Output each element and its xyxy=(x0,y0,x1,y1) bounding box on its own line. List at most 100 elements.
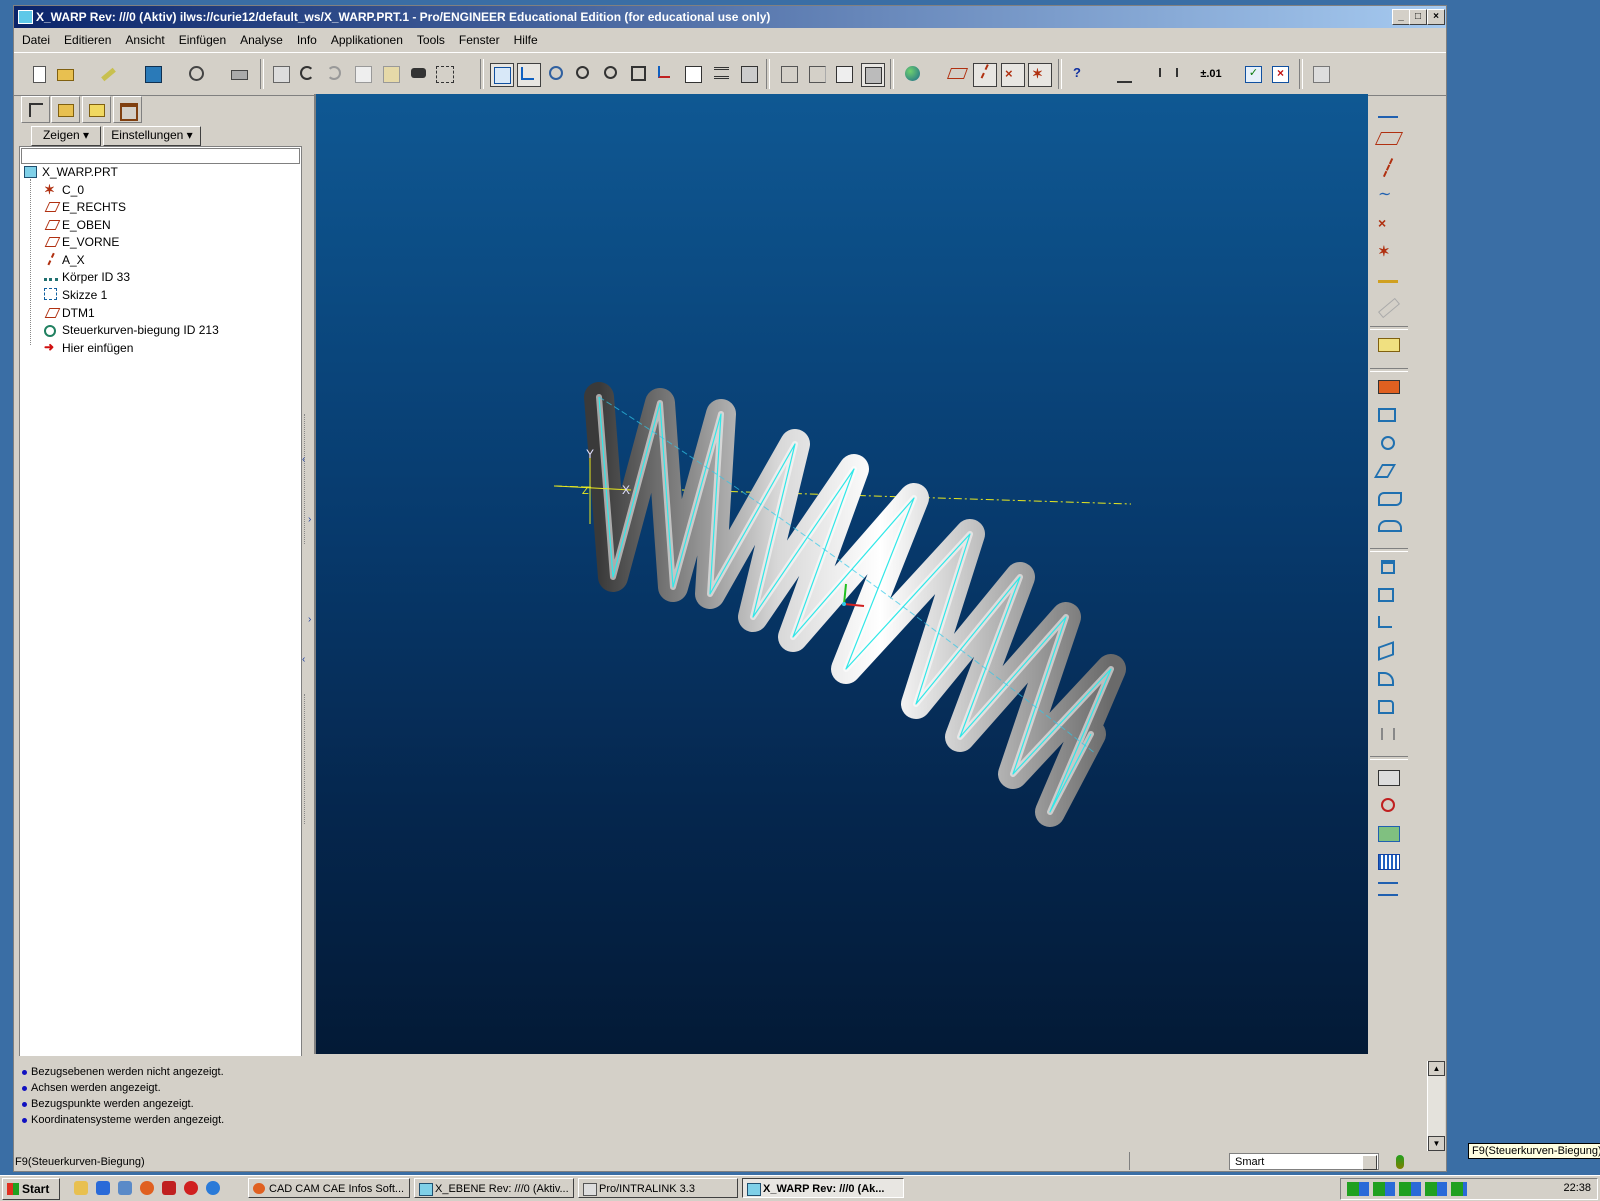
scroll-down-button[interactable]: ▼ xyxy=(1428,1136,1445,1151)
no-hidden-button[interactable] xyxy=(833,63,855,85)
saved-views-button[interactable] xyxy=(682,63,704,85)
task-x-warp[interactable]: X_WARP Rev: ///0 (Ak... xyxy=(742,1178,904,1198)
coordinate-system-tool-icon[interactable]: ✶ xyxy=(1378,242,1398,262)
menu-datei[interactable]: Datei xyxy=(14,30,56,47)
minimize-button[interactable]: _ xyxy=(1392,9,1410,25)
menu-analyse[interactable]: Analyse xyxy=(232,30,289,47)
settings-dropdown[interactable]: Einstellungen ▾ xyxy=(103,126,201,146)
confirm-button[interactable]: ✓ xyxy=(1242,63,1264,85)
datum-axis-tool-icon[interactable] xyxy=(1382,158,1396,178)
warp-tool-icon[interactable] xyxy=(1381,798,1395,812)
spring-model[interactable]: Y X Z xyxy=(316,94,1368,1054)
cancel-button[interactable]: × xyxy=(1269,63,1291,85)
edit-button[interactable] xyxy=(98,63,120,85)
chamfer-tool-icon[interactable] xyxy=(1378,700,1394,714)
context-help-button[interactable]: ? xyxy=(1070,63,1092,85)
new-file-button[interactable] xyxy=(28,63,50,85)
datum-points-toggle[interactable]: × xyxy=(1001,63,1025,87)
menu-info[interactable]: Info xyxy=(289,30,323,47)
coordinate-systems-toggle[interactable]: ✶ xyxy=(1028,63,1052,87)
save-button[interactable] xyxy=(142,63,164,85)
task-x-ebene[interactable]: X_EBENE Rev: ///0 (Aktiv... xyxy=(414,1178,574,1198)
mirror-tool-icon[interactable] xyxy=(1381,728,1395,740)
transform-tool-icon[interactable] xyxy=(1378,882,1398,896)
menu-hilfe[interactable]: Hilfe xyxy=(506,30,544,47)
tray-icons[interactable] xyxy=(1347,1182,1467,1196)
panel-splitter[interactable]: ‹ › ‹ › xyxy=(302,94,314,1054)
expand-right-icon[interactable]: › xyxy=(308,514,311,525)
datum-curve-tool-icon[interactable]: ∼ xyxy=(1378,186,1398,206)
sync-button[interactable] xyxy=(186,63,208,85)
boundary-blend-icon[interactable] xyxy=(1378,520,1402,532)
annotation-tool-icon[interactable] xyxy=(1378,338,1400,352)
zoom-out-button[interactable] xyxy=(601,63,623,85)
tolerance-button[interactable]: ±.01 xyxy=(1198,63,1224,85)
tab-connections[interactable] xyxy=(113,96,142,123)
repaint-button[interactable] xyxy=(490,63,514,87)
graphics-viewport[interactable]: Y X Z xyxy=(314,94,1368,1054)
quicklaunch-firefox-icon[interactable] xyxy=(140,1181,154,1195)
task-intralink[interactable]: Pro/INTRALINK 3.3 xyxy=(578,1178,738,1198)
regenerate-button[interactable] xyxy=(270,63,292,85)
title-bar[interactable]: X_WARP Rev: ///0 (Aktiv) ilws://curie12/… xyxy=(14,6,1446,28)
mapkey-button[interactable] xyxy=(1310,63,1332,85)
hole-tool-icon[interactable] xyxy=(1381,560,1395,574)
select-box-button[interactable] xyxy=(434,63,456,85)
print-button[interactable] xyxy=(228,63,250,85)
refit-button[interactable] xyxy=(628,63,650,85)
orient-mode-button[interactable] xyxy=(517,63,541,87)
find-button[interactable] xyxy=(408,63,430,85)
analysis-tool-icon[interactable] xyxy=(1378,270,1398,283)
round-tool-icon[interactable] xyxy=(1378,672,1394,686)
annotation-button[interactable] xyxy=(1114,63,1136,85)
layers-button[interactable] xyxy=(711,63,733,85)
selection-filter-select[interactable]: Smart xyxy=(1229,1153,1379,1170)
appearance-button[interactable] xyxy=(902,63,924,85)
menu-applikationen[interactable]: Applikationen xyxy=(323,30,409,47)
merge-tool-icon[interactable] xyxy=(1378,826,1400,842)
sweep-tool-icon[interactable] xyxy=(1373,464,1397,478)
wireframe-button[interactable] xyxy=(778,63,800,85)
start-button[interactable]: Start xyxy=(2,1178,60,1200)
spin-center-button[interactable] xyxy=(546,63,568,85)
trim-tool-icon[interactable] xyxy=(1378,854,1400,870)
shading-button[interactable] xyxy=(861,63,885,87)
collapse-left-icon[interactable]: ‹ xyxy=(302,454,305,465)
quicklaunch-search-icon[interactable] xyxy=(206,1181,220,1195)
rib-tool-icon[interactable] xyxy=(1378,616,1392,628)
quicklaunch-opera-icon[interactable] xyxy=(184,1181,198,1195)
quicklaunch-ie-icon[interactable] xyxy=(96,1181,110,1195)
task-cad-infos[interactable]: CAD CAM CAE Infos Soft... xyxy=(248,1178,410,1198)
quicklaunch-app-icon[interactable] xyxy=(162,1181,176,1195)
menu-ansicht[interactable]: Ansicht xyxy=(117,30,170,47)
zoom-in-button[interactable] xyxy=(573,63,595,85)
reorient-button[interactable] xyxy=(655,63,677,85)
revolve-tool-icon[interactable] xyxy=(1381,436,1395,450)
expand-right-icon[interactable]: › xyxy=(308,614,311,625)
menu-fenster[interactable]: Fenster xyxy=(451,30,506,47)
datum-axes-toggle[interactable] xyxy=(973,63,1003,87)
view-manager-button[interactable] xyxy=(738,63,760,85)
hidden-line-button[interactable] xyxy=(806,63,828,85)
message-scrollbar[interactable]: ▲ ▼ xyxy=(1427,1061,1445,1151)
blend-tool-icon[interactable] xyxy=(1378,492,1402,506)
tab-favorites[interactable] xyxy=(82,96,111,123)
shell-tool-icon[interactable] xyxy=(1378,588,1394,602)
scroll-up-button[interactable]: ▲ xyxy=(1428,1061,1445,1076)
collapse-left-icon[interactable]: ‹ xyxy=(302,654,305,665)
quicklaunch-outlook-icon[interactable] xyxy=(118,1181,132,1195)
menu-einfuegen[interactable]: Einfügen xyxy=(171,30,232,47)
tab-model-tree[interactable] xyxy=(21,96,50,123)
quicklaunch-desktop-icon[interactable] xyxy=(74,1181,88,1195)
menu-editieren[interactable]: Editieren xyxy=(56,30,117,47)
datum-point-tool-icon[interactable]: × xyxy=(1378,214,1398,234)
show-dropdown[interactable]: Zeigen ▾ xyxy=(31,126,101,146)
tab-folder-browser[interactable] xyxy=(51,96,80,123)
menu-tools[interactable]: Tools xyxy=(409,30,451,47)
offset-tool-icon[interactable] xyxy=(1378,297,1400,319)
redo-button[interactable] xyxy=(324,63,346,85)
open-file-button[interactable] xyxy=(54,63,76,85)
draft-tool-icon[interactable] xyxy=(1378,641,1394,661)
paste-button[interactable] xyxy=(380,63,402,85)
maximize-button[interactable]: □ xyxy=(1409,9,1427,25)
